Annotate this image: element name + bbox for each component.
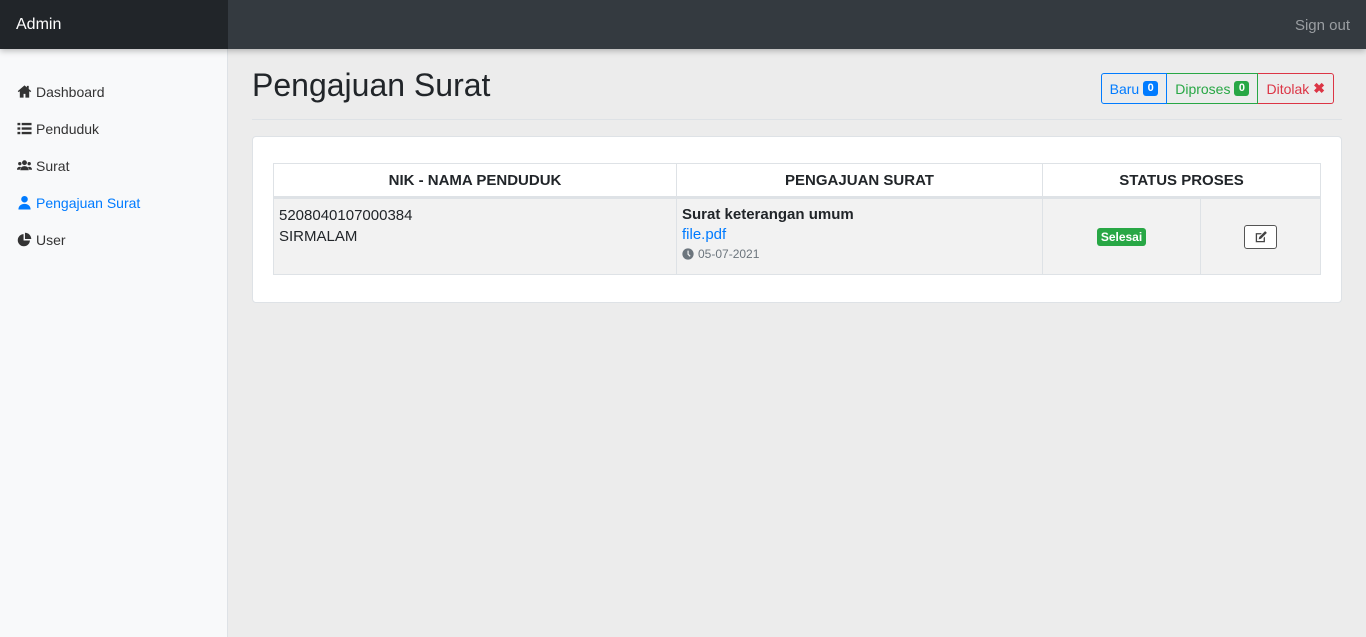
- nik-value: 5208040107000384: [279, 207, 413, 224]
- sign-out-link[interactable]: Sign out: [1295, 0, 1350, 52]
- submission-date: 05-07-2021: [682, 245, 1037, 263]
- filter-diproses-count: 0: [1234, 81, 1250, 96]
- date-value: 05-07-2021: [698, 247, 760, 261]
- sidebar-nav: Dashboard Penduduk Surat Pengajuan Surat…: [0, 49, 227, 258]
- list-icon: [16, 121, 32, 137]
- edit-button[interactable]: [1244, 224, 1277, 249]
- sidebar-item-label: User: [36, 231, 66, 248]
- sidebar-item-penduduk[interactable]: Penduduk: [0, 110, 227, 147]
- brand[interactable]: Admin: [0, 0, 228, 49]
- table-row: 5208040107000384 SIRMALAM Surat keterang…: [273, 197, 1321, 275]
- cell-nik-nama: 5208040107000384 SIRMALAM: [273, 197, 677, 275]
- sidebar-item-pengajuan-surat[interactable]: Pengajuan Surat: [0, 184, 227, 221]
- sidebar: Dashboard Penduduk Surat Pengajuan Surat…: [0, 49, 228, 637]
- cell-status: Selesai: [1042, 197, 1201, 275]
- header-status-proses: STATUS PROSES: [1042, 163, 1321, 199]
- page-title: Pengajuan Surat: [252, 67, 491, 103]
- edit-icon: [1255, 230, 1267, 242]
- user-icon: [16, 195, 32, 211]
- header-nik-nama: NIK - NAMA PENDUDUK: [273, 163, 677, 199]
- header-pengajuan-surat: PENGAJUAN SURAT: [676, 163, 1043, 199]
- submissions-table: NIK - NAMA PENDUDUK PENGAJUAN SURAT STAT…: [273, 163, 1321, 275]
- table-header-row: NIK - NAMA PENDUDUK PENGAJUAN SURAT STAT…: [273, 163, 1321, 199]
- sidebar-item-surat[interactable]: Surat: [0, 147, 227, 184]
- sidebar-item-label: Penduduk: [36, 120, 100, 137]
- sidebar-item-label: Dashboard: [36, 83, 105, 100]
- sidebar-item-dashboard[interactable]: Dashboard: [0, 73, 227, 110]
- cell-action: [1200, 197, 1321, 275]
- sidebar-item-user[interactable]: User: [0, 221, 227, 258]
- main-content: Pengajuan Surat Baru 0 Diproses 0 Ditola…: [252, 49, 1342, 303]
- sidebar-item-label: Surat: [36, 157, 70, 174]
- surat-type: Surat keterangan umum: [682, 206, 854, 223]
- page-header: Pengajuan Surat Baru 0 Diproses 0 Ditola…: [252, 49, 1342, 120]
- nama-value: SIRMALAM: [279, 228, 358, 245]
- pie-chart-icon: [16, 232, 32, 248]
- status-filter-group: Baru 0 Diproses 0 Ditolak ✖: [1100, 73, 1334, 104]
- filter-baru-count: 0: [1143, 81, 1159, 96]
- status-badge: Selesai: [1096, 227, 1147, 246]
- file-link[interactable]: file.pdf: [682, 225, 1037, 245]
- filter-ditolak-button[interactable]: Ditolak ✖: [1258, 73, 1334, 104]
- submissions-card: NIK - NAMA PENDUDUK PENGAJUAN SURAT STAT…: [252, 136, 1342, 303]
- top-navbar: Admin Sign out: [0, 0, 1366, 49]
- users-icon: [16, 158, 32, 174]
- home-icon: [16, 84, 32, 100]
- filter-diproses-button[interactable]: Diproses 0: [1167, 73, 1259, 104]
- clock-icon: [682, 248, 694, 260]
- filter-ditolak-label: Ditolak: [1266, 80, 1310, 97]
- filter-baru-label: Baru: [1109, 80, 1140, 97]
- cell-pengajuan: Surat keterangan umum file.pdf 05-07-202…: [676, 197, 1043, 275]
- filter-baru-button[interactable]: Baru 0: [1100, 73, 1168, 104]
- sidebar-item-label: Pengajuan Surat: [36, 194, 141, 211]
- filter-diproses-label: Diproses: [1175, 80, 1231, 97]
- x-icon: ✖: [1313, 80, 1325, 96]
